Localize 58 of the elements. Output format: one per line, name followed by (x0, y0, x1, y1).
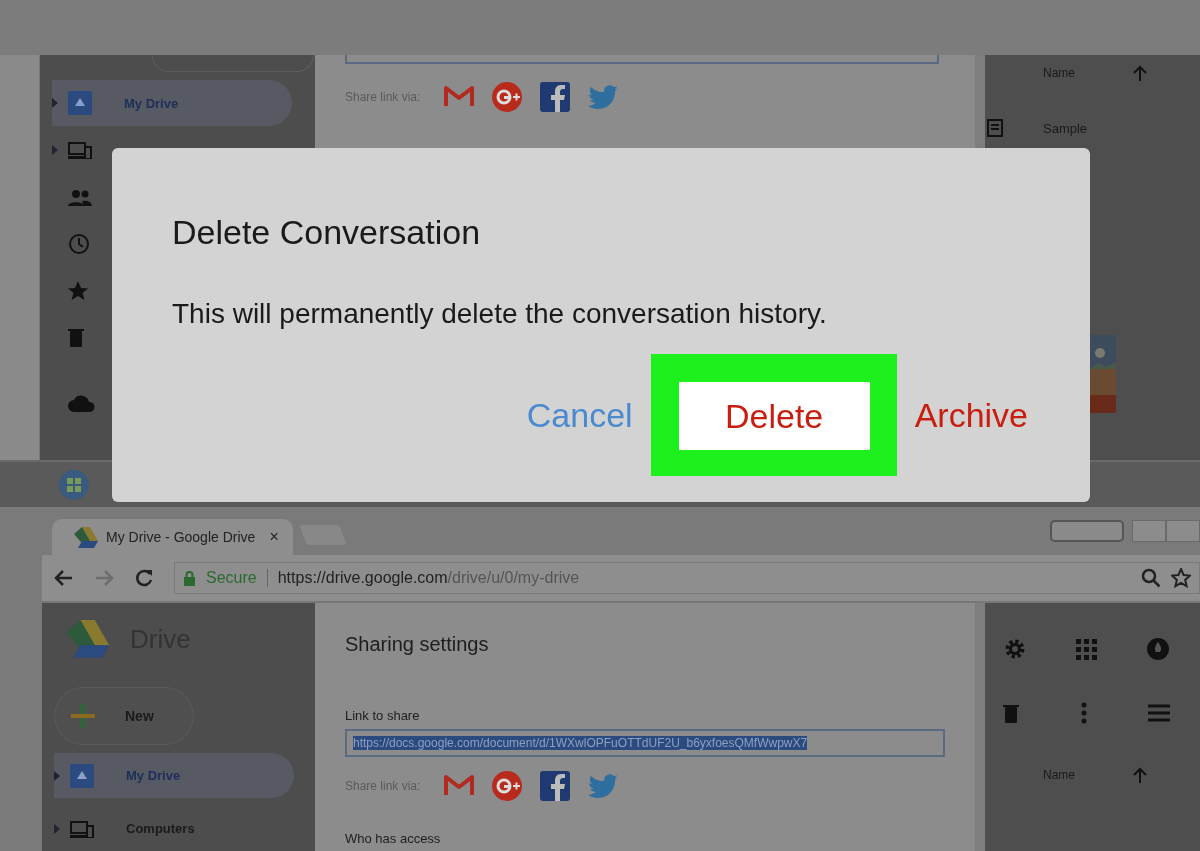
caret-icon (52, 144, 58, 155)
cloud-icon[interactable] (68, 393, 96, 412)
drive-logo-icon (66, 620, 110, 660)
maximize-button[interactable] (1166, 520, 1200, 542)
plus-icon (69, 702, 97, 731)
drive-folder-icon (68, 91, 92, 115)
list-view-icon[interactable] (1148, 703, 1170, 723)
google-plus-icon[interactable] (492, 771, 523, 801)
lock-icon (183, 570, 196, 586)
clock-icon[interactable] (68, 232, 90, 255)
facebook-icon[interactable] (540, 771, 571, 801)
security-label: Secure (206, 569, 257, 587)
facebook-icon[interactable] (540, 82, 571, 112)
close-tab-button[interactable]: × (269, 528, 279, 546)
search-icon[interactable] (1141, 568, 1161, 588)
caret-icon (52, 98, 58, 108)
bird-icon[interactable] (588, 83, 621, 111)
sort-arrow-icon[interactable] (1133, 767, 1147, 783)
caret-icon (54, 823, 60, 834)
link-field[interactable] (345, 55, 939, 64)
destructive-button[interactable]: Archive (910, 395, 1032, 435)
url-text: https://drive.google.com/drive/u/0/my-drive (277, 569, 580, 587)
address-bar[interactable]: Secure https://drive.google.com/drive/u/0/my-drive (174, 562, 1200, 594)
minimize-button[interactable] (1132, 520, 1166, 542)
file-icon (987, 119, 1003, 137)
dialog-message: This will permanently delete the conversation history. (172, 297, 828, 331)
back-icon[interactable] (54, 568, 74, 588)
devices-icon (70, 819, 94, 838)
bird-icon[interactable] (588, 772, 621, 800)
reload-icon[interactable] (134, 568, 154, 588)
devices-icon[interactable] (68, 140, 92, 159)
section-label: Who has access (345, 831, 442, 846)
account-icon[interactable] (1146, 637, 1170, 661)
apps-grid-icon[interactable] (1076, 638, 1097, 660)
sidebar-item[interactable]: My Drive (54, 753, 294, 799)
sort-arrow-icon[interactable] (1133, 65, 1147, 81)
dialog-title: Delete Conversation (172, 212, 482, 252)
browser-tab[interactable]: My Drive - Google Drive × (52, 519, 293, 555)
drive-folder-icon (70, 763, 94, 788)
profile-button[interactable] (1050, 520, 1124, 542)
star-icon[interactable] (68, 281, 88, 300)
link-field[interactable]: https://docs.google.com/document/d/1WXwlOPFuOTTdUF2U_b6yxfoesQMfWwpwX7 (345, 729, 945, 757)
caret-icon (54, 770, 60, 781)
trash-icon[interactable] (68, 328, 84, 347)
more-icon[interactable] (1080, 702, 1087, 724)
destructive-button[interactable]: Delete (678, 382, 870, 450)
forward-icon[interactable] (94, 568, 114, 588)
panel-title: Sharing settings (345, 633, 490, 656)
start-orb-icon[interactable] (58, 468, 90, 501)
people-icon[interactable] (68, 187, 92, 206)
sidebar-item[interactable]: My Drive (52, 80, 292, 126)
google-plus-icon[interactable] (492, 82, 523, 112)
trash-icon[interactable] (1003, 703, 1019, 723)
dismiss-button[interactable]: Cancel (522, 395, 637, 435)
star-icon[interactable] (1171, 568, 1191, 588)
field-label: Link to share (345, 708, 421, 723)
drive-logo-icon (74, 526, 98, 548)
settings-icon[interactable] (1003, 637, 1027, 661)
